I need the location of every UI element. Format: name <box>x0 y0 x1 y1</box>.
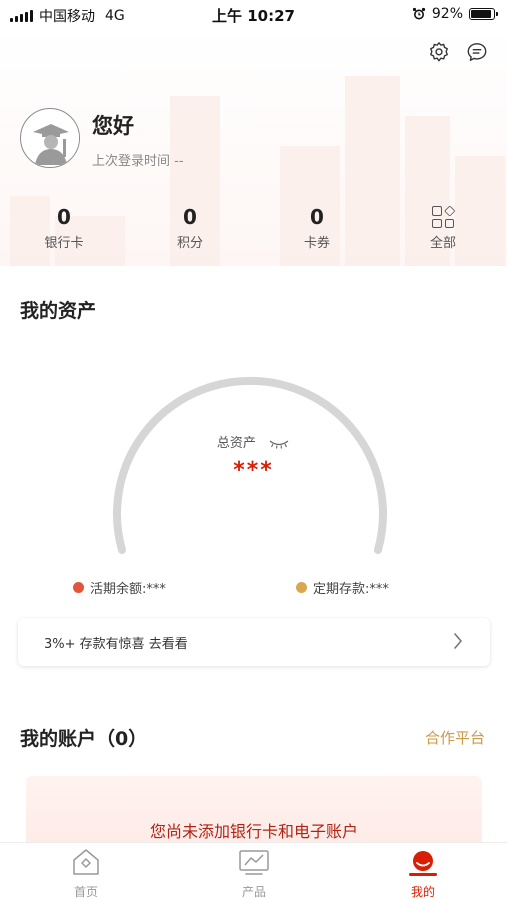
stat-label: 银行卡 <box>44 236 84 251</box>
partner-platform-link[interactable]: 合作平台 <box>425 727 485 748</box>
total-assets-row: 总资产 <box>0 432 507 451</box>
stat-all[interactable]: 全部 <box>398 204 488 251</box>
asset-gauge <box>102 340 402 570</box>
stat-value: 0 <box>57 205 71 229</box>
message-button[interactable] <box>465 40 489 64</box>
empty-accounts-text: 您尚未添加银行卡和电子账户 <box>149 822 358 841</box>
stat-label: 卡券 <box>303 236 330 251</box>
chart-icon <box>239 850 269 875</box>
fixed-deposit-legend: 定期存款:*** <box>296 578 389 597</box>
stat-coupons[interactable]: 0 卡券 <box>272 204 362 251</box>
grid-icon <box>432 205 455 228</box>
header-actions <box>427 40 489 64</box>
tab-label: 我的 <box>410 885 435 899</box>
total-assets-label: 总资产 <box>216 436 256 451</box>
deposit-promo-banner[interactable]: 3%+ 存款有惊喜 去看看 <box>18 618 490 666</box>
current-balance-dot <box>73 582 84 593</box>
stat-value: 0 <box>183 205 197 229</box>
tab-label: 产品 <box>241 885 266 899</box>
assets-title: 我的资产 <box>20 300 97 322</box>
stat-bank-cards[interactable]: 0 银行卡 <box>19 204 109 251</box>
fixed-deposit-text: 定期存款:*** <box>313 582 389 597</box>
tab-label: 首页 <box>73 885 98 899</box>
status-right: 92% <box>412 6 498 22</box>
total-assets-value: *** <box>233 458 274 483</box>
stat-value: 0 <box>310 205 324 229</box>
stats-row: 0 银行卡 0 积分 0 卡券 全部 <box>0 204 507 260</box>
status-bar: 中国移动 4G 上午 10:27 92% <box>0 0 507 28</box>
hide-eye-icon[interactable] <box>268 438 290 450</box>
settings-icon <box>430 42 448 62</box>
battery-icon <box>469 8 498 20</box>
promo-text: 3%+ 存款有惊喜 去看看 <box>44 637 188 652</box>
current-balance-text: 活期余额:*** <box>90 582 166 597</box>
stat-points[interactable]: 0 积分 <box>145 204 235 251</box>
message-icon <box>467 43 487 61</box>
profile-icon <box>409 851 437 876</box>
greeting-text: 您好 <box>92 114 134 138</box>
stat-label: 积分 <box>176 236 203 251</box>
alarm-icon <box>412 7 425 20</box>
accounts-title: 我的账户（0） <box>20 728 148 750</box>
tab-home[interactable]: 首页 <box>46 847 126 900</box>
current-balance-legend: 活期余额:*** <box>73 578 166 597</box>
stat-label: 全部 <box>429 236 456 251</box>
chevron-right-icon <box>454 633 462 649</box>
fixed-deposit-dot <box>296 582 307 593</box>
tab-mine[interactable]: 我的 <box>383 847 463 900</box>
avatar[interactable] <box>20 108 80 168</box>
avatar-placeholder-icon <box>22 110 79 167</box>
battery-percent: 92% <box>431 6 463 22</box>
home-icon <box>73 849 99 875</box>
last-login-text: 上次登录时间 -- <box>92 154 184 169</box>
settings-button[interactable] <box>427 40 451 64</box>
bottom-tab-bar: 首页 产品 我的 <box>0 842 507 900</box>
tab-products[interactable]: 产品 <box>214 847 294 900</box>
